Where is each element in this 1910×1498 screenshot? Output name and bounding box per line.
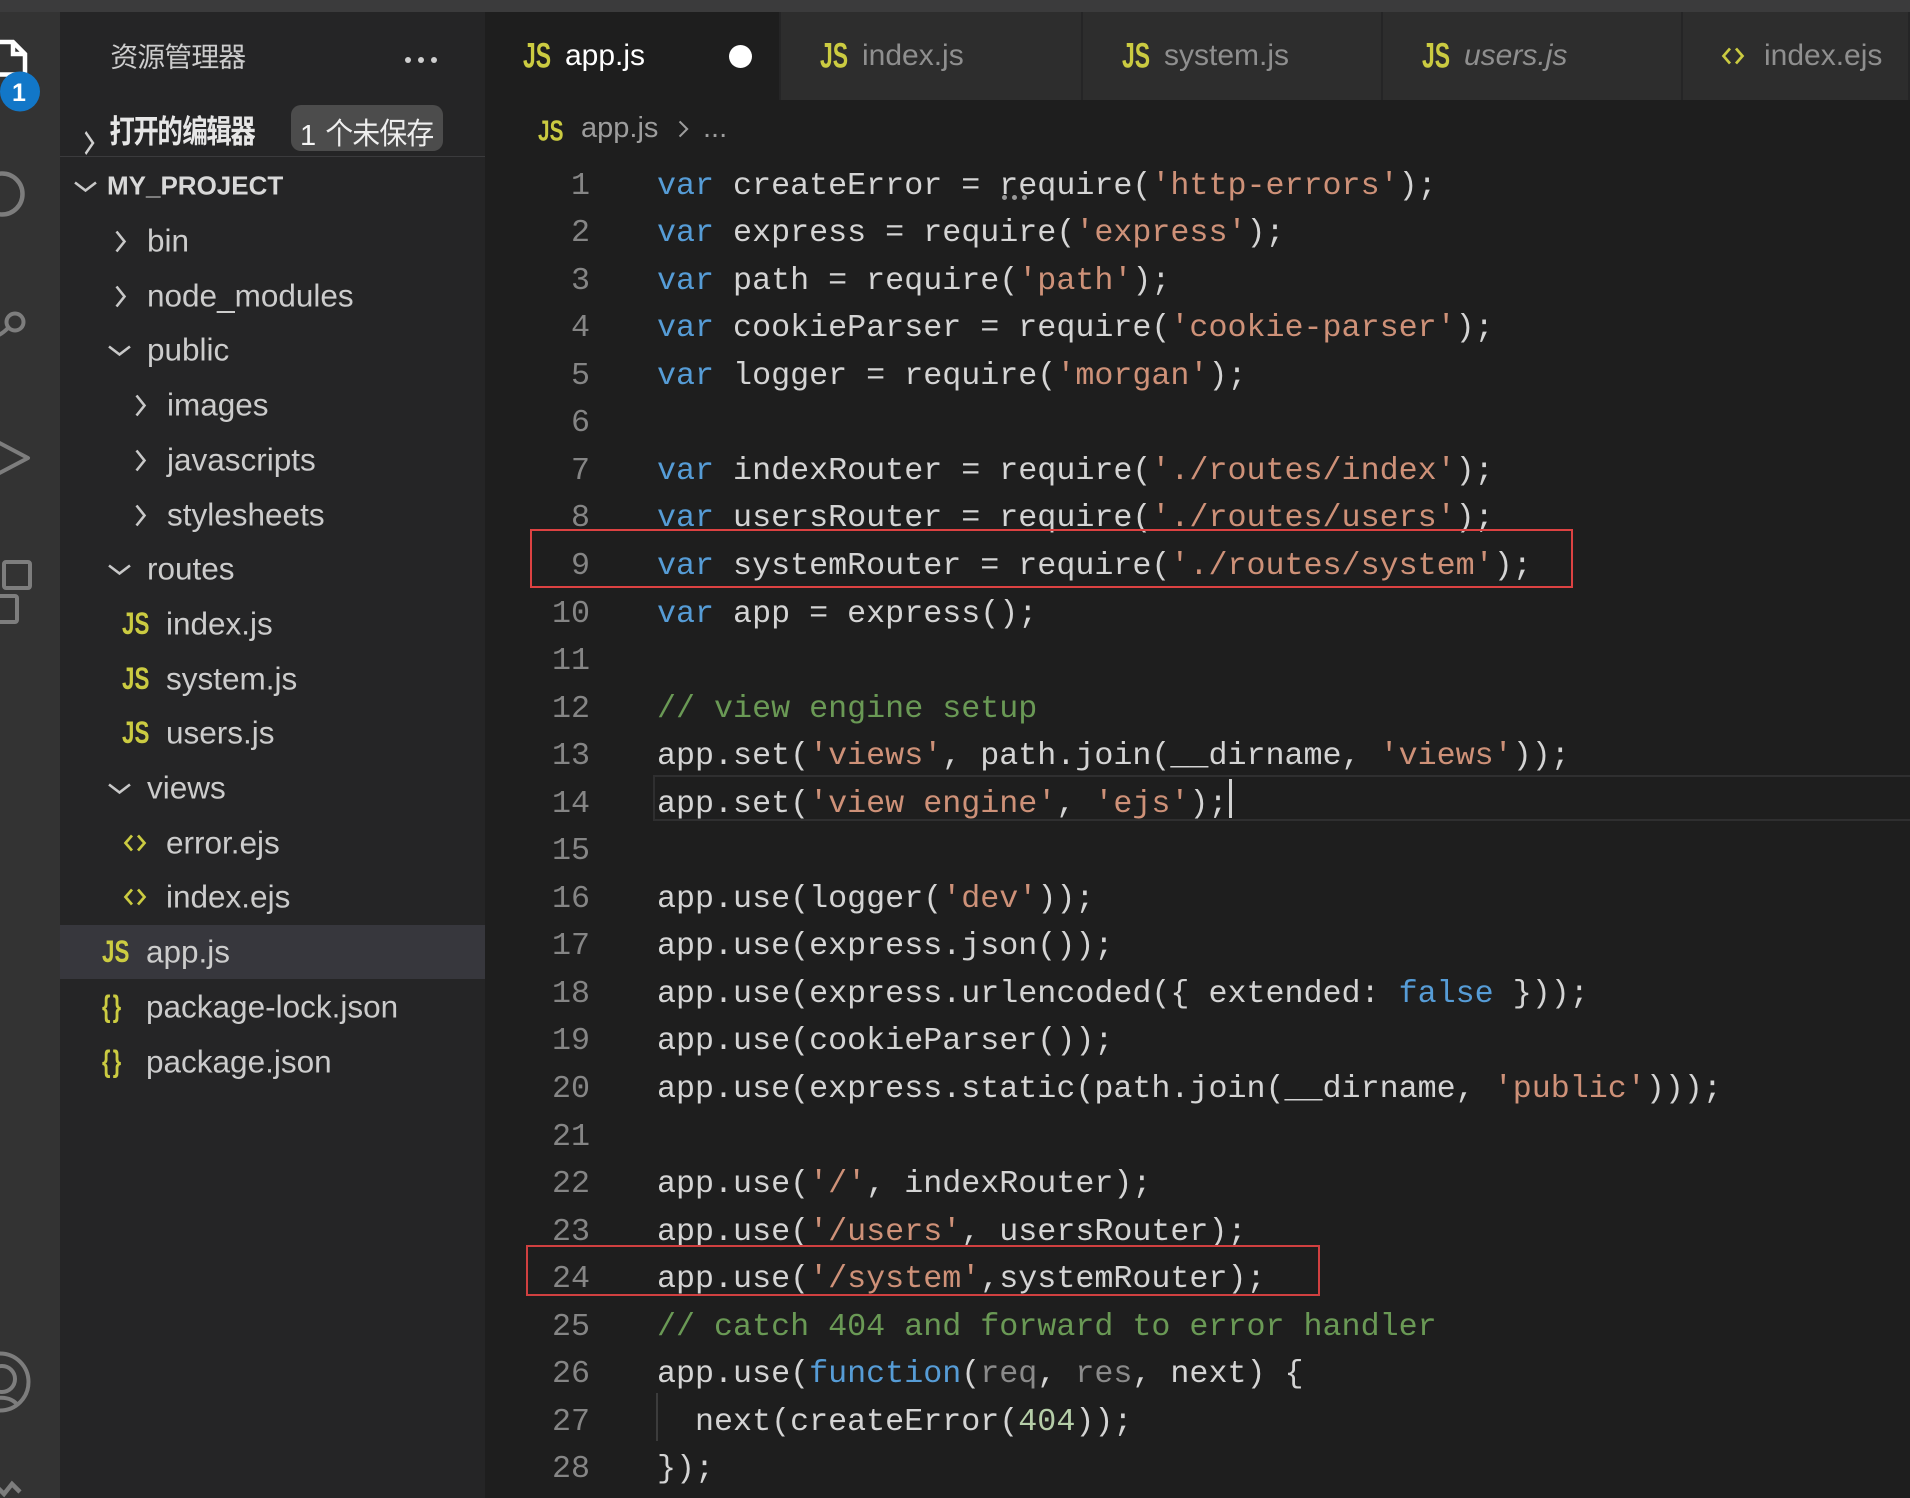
svg-text:1: 1 <box>12 79 26 107</box>
